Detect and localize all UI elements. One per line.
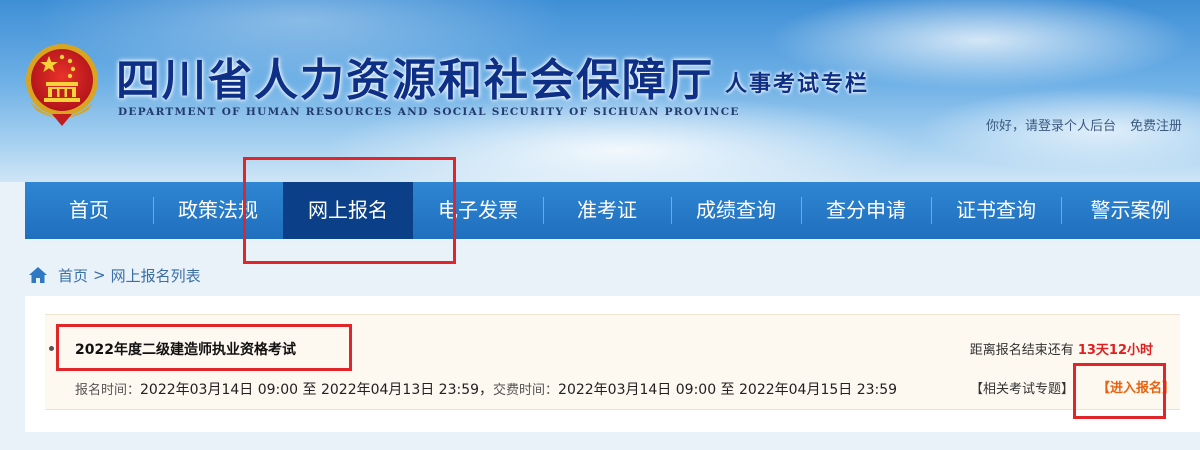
signup-time-value: 2022年03月14日 09:00 至 2022年04月13日 23:59， <box>140 382 494 398</box>
related-exam-topic-link[interactable]: 【相关考试专题】 <box>970 378 1074 397</box>
nav-item-e-invoice[interactable]: 电子发票 <box>413 182 543 239</box>
breadcrumb-separator: > <box>93 266 106 284</box>
bullet-dot <box>49 346 54 351</box>
exam-list-item: 2022年度二级建造师执业资格考试 距离报名结束还有 13天12小时 报名时间：2… <box>45 314 1180 410</box>
user-links: 你好，请登录个人后台 免费注册 <box>986 115 1182 134</box>
register-link[interactable]: 免费注册 <box>1130 119 1182 134</box>
column-title: 人事考试专栏 <box>725 71 870 97</box>
countdown-value: 13天12小时 <box>1077 343 1153 358</box>
breadcrumb-home[interactable]: 首页 <box>58 265 88 286</box>
site-title: 四川省人力资源和社会保障厅 <box>116 55 714 106</box>
home-icon <box>29 267 47 283</box>
nav-item-score-review[interactable]: 查分申请 <box>801 182 931 239</box>
site-header: 四川省人力资源和社会保障厅 DEPARTMENT OF HUMAN RESOUR… <box>0 0 1200 182</box>
nav-item-admission-ticket[interactable]: 准考证 <box>543 182 671 239</box>
nav-item-policy[interactable]: 政策法规 <box>153 182 283 239</box>
content-panel: 2022年度二级建造师执业资格考试 距离报名结束还有 13天12小时 报名时间：2… <box>25 296 1200 432</box>
breadcrumb: 首页 > 网上报名列表 <box>28 264 201 286</box>
enter-signup-button[interactable]: 【进入报名】 <box>1097 377 1175 396</box>
nav-item-online-signup[interactable]: 网上报名 <box>283 182 413 239</box>
signup-countdown: 距离报名结束还有 13天12小时 <box>970 339 1153 358</box>
payment-time-value: 2022年03月14日 09:00 至 2022年04月15日 23:59 <box>558 382 898 398</box>
nav-item-score-query[interactable]: 成绩查询 <box>671 182 801 239</box>
site-subtitle: DEPARTMENT OF HUMAN RESOURCES AND SOCIAL… <box>118 106 740 118</box>
payment-time-label: 交费时间： <box>493 383 559 398</box>
exam-times: 报名时间：2022年03月14日 09:00 至 2022年04月13日 23:… <box>75 379 897 399</box>
breadcrumb-current: 网上报名列表 <box>110 266 201 285</box>
nav-item-home[interactable]: 首页 <box>25 182 153 239</box>
signup-time-label: 报名时间： <box>75 383 141 398</box>
national-emblem-icon <box>26 44 98 126</box>
nav-item-warning-cases[interactable]: 警示案例 <box>1061 182 1200 239</box>
countdown-label: 距离报名结束还有 <box>969 343 1074 358</box>
login-link[interactable]: 你好，请登录个人后台 <box>986 119 1116 134</box>
exam-title[interactable]: 2022年度二级建造师执业资格考试 <box>75 339 296 359</box>
nav-item-certificate-query[interactable]: 证书查询 <box>931 182 1061 239</box>
main-nav: 首页 政策法规 网上报名 电子发票 准考证 成绩查询 查分申请 证书查询 警示案… <box>25 182 1200 239</box>
